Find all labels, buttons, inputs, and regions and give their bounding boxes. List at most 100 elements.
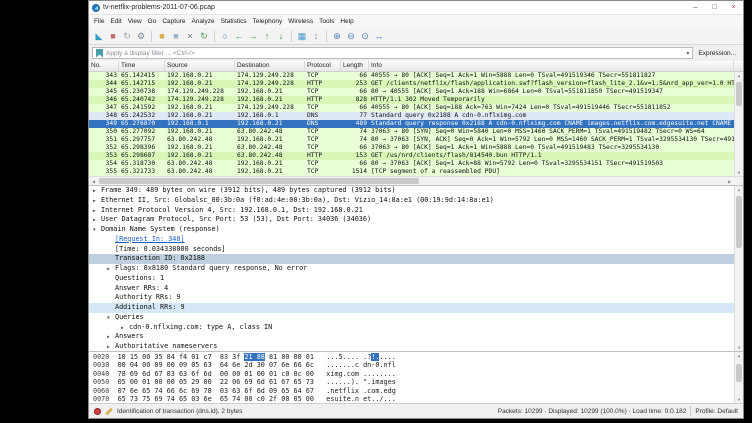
scroll-up-icon[interactable]: ▲: [735, 73, 743, 78]
status-profile[interactable]: Profile: Default: [695, 408, 738, 415]
expert-info-icon[interactable]: [94, 408, 101, 415]
packet-row[interactable]: 35065.277092192.168.0.2163.80.242.48TCP7…: [89, 128, 734, 136]
column-header-src[interactable]: Source: [165, 61, 235, 71]
scrollbar-thumb[interactable]: [736, 196, 742, 248]
column-header-info[interactable]: Info: [369, 61, 734, 71]
colorize-icon[interactable]: ▦: [295, 29, 309, 43]
collapse-arrow-icon[interactable]: ▼: [107, 314, 115, 323]
column-header-no[interactable]: No.: [89, 61, 119, 71]
scroll-right-icon[interactable]: ▶: [725, 177, 734, 185]
hex-row[interactable]: 0020 10 15 00 35 84 f4 01 c7 83 3f 21 88…: [93, 353, 734, 361]
scroll-left-icon[interactable]: ◀: [89, 177, 98, 185]
detail-line[interactable]: ▶Frame 349: 489 bytes on wire (3912 bits…: [89, 186, 734, 196]
column-header-proto[interactable]: Protocol: [305, 61, 341, 71]
detail-line[interactable]: Answer RRs: 4: [89, 284, 734, 294]
hex-row[interactable]: 0060 07 6e 65 74 66 6c 69 78 03 63 6f 6d…: [93, 387, 734, 395]
menu-wireless[interactable]: Wireless: [285, 18, 316, 25]
hex-row[interactable]: 0040 78 69 6d 67 03 63 6f 6d 00 00 01 00…: [93, 370, 734, 378]
close-file-icon[interactable]: ×: [183, 29, 197, 43]
detail-line[interactable]: Transaction ID: 0x2188: [89, 254, 734, 264]
reload-file-icon[interactable]: ↻: [197, 29, 211, 43]
column-header-len[interactable]: Length: [341, 61, 369, 71]
close-button[interactable]: ×: [724, 1, 743, 14]
find-packet-icon[interactable]: ○: [218, 29, 232, 43]
packet-row[interactable]: 34865.242532192.168.0.21192.168.0.1DNS77…: [89, 112, 734, 120]
expand-arrow-icon[interactable]: ▶: [121, 324, 129, 333]
stop-capture-icon[interactable]: ■: [106, 29, 120, 43]
detail-line[interactable]: ▶Answers: [89, 332, 734, 342]
details-vscrollbar[interactable]: ▲ ▼: [734, 186, 743, 351]
menu-view[interactable]: View: [125, 18, 145, 25]
expand-arrow-icon[interactable]: ▶: [93, 187, 101, 196]
packet-list-vscrollbar[interactable]: ▲ ▼: [734, 72, 743, 176]
resize-columns-icon[interactable]: ↔: [372, 29, 386, 43]
capture-comment-icon[interactable]: [105, 407, 113, 415]
display-filter-input[interactable]: Apply a display filter ... <Ctrl-/> ▾: [92, 47, 693, 59]
capture-options-icon[interactable]: ⚙: [134, 29, 148, 43]
open-file-icon[interactable]: ■: [155, 29, 169, 43]
menu-telephony[interactable]: Telephony: [250, 18, 286, 25]
detail-line[interactable]: Additional RRs: 9: [89, 303, 734, 313]
hex-row[interactable]: 0030 00 04 00 09 00 09 05 63 64 6e 2d 30…: [93, 361, 734, 369]
menu-go[interactable]: Go: [145, 18, 160, 25]
scrollbar-thumb[interactable]: [736, 364, 742, 382]
detail-line[interactable]: ▶cdn-0.nflximg.com: type A, class IN: [89, 323, 734, 333]
expand-arrow-icon[interactable]: ▶: [93, 207, 101, 216]
zoom-reset-icon[interactable]: ⊙: [358, 29, 372, 43]
detail-line[interactable]: ▼Domain Name System (response): [89, 225, 734, 235]
packet-row[interactable]: 34965.276870192.168.0.1192.168.0.21DNS48…: [89, 120, 734, 128]
start-capture-icon[interactable]: ◣: [92, 29, 106, 43]
detail-line[interactable]: ▶User Datagram Protocol, Src Port: 53 (5…: [89, 215, 734, 225]
scroll-down-icon[interactable]: ▼: [735, 345, 743, 350]
expression-button[interactable]: Expression...: [698, 50, 736, 57]
detail-line[interactable]: ▶Internet Protocol Version 4, Src: 192.1…: [89, 206, 734, 216]
minimize-button[interactable]: –: [686, 1, 705, 14]
detail-line[interactable]: [Time: 0.034338000 seconds]: [89, 245, 734, 255]
packet-row[interactable]: 35265.298396192.168.0.2163.80.242.48TCP6…: [89, 144, 734, 152]
packet-row[interactable]: 35165.29775763.80.242.48192.168.0.21TCP7…: [89, 136, 734, 144]
go-first-icon[interactable]: ↑: [260, 29, 274, 43]
filter-dropdown-icon[interactable]: ▾: [683, 50, 692, 57]
scroll-down-icon[interactable]: ▼: [735, 170, 743, 175]
packet-list-hscrollbar[interactable]: ◀ ▶: [89, 176, 743, 185]
expand-arrow-icon[interactable]: ▶: [93, 216, 101, 225]
detail-line[interactable]: Authority RRs: 9: [89, 293, 734, 303]
go-forward-icon[interactable]: →: [246, 29, 260, 43]
scrollbar-thumb[interactable]: [99, 178, 419, 184]
hex-row[interactable]: 0070 65 73 75 69 74 65 03 6e 65 74 00 c0…: [93, 395, 734, 403]
auto-scroll-icon[interactable]: ↕: [309, 29, 323, 43]
menu-statistics[interactable]: Statistics: [218, 18, 250, 25]
hex-row[interactable]: 0050 05 00 01 00 00 05 29 00 22 06 69 6d…: [93, 378, 734, 386]
column-header-dst[interactable]: Destination: [235, 61, 305, 71]
expand-arrow-icon[interactable]: ▶: [107, 343, 115, 351]
packet-row[interactable]: 34565.230738174.129.249.228192.168.0.21T…: [89, 88, 734, 96]
collapse-arrow-icon[interactable]: ▼: [93, 226, 101, 235]
detail-line[interactable]: ▶Ethernet II, Src: Globalsc_00:3b:0a (f0…: [89, 196, 734, 206]
menu-analyze[interactable]: Analyze: [188, 18, 217, 25]
scroll-up-icon[interactable]: ▲: [735, 187, 743, 192]
detail-line[interactable]: ▶Flags: 0x8180 Standard query response, …: [89, 264, 734, 274]
packet-row[interactable]: 35565.32173363.80.242.48192.168.0.21TCP1…: [89, 168, 734, 176]
save-file-icon[interactable]: ■: [169, 29, 183, 43]
restart-capture-icon[interactable]: ↻: [120, 29, 134, 43]
menu-edit[interactable]: Edit: [107, 18, 124, 25]
scroll-down-icon[interactable]: ▼: [735, 397, 743, 402]
expand-arrow-icon[interactable]: ▶: [107, 333, 115, 342]
expand-arrow-icon[interactable]: ▶: [107, 265, 115, 274]
menu-capture[interactable]: Capture: [159, 18, 188, 25]
packet-row[interactable]: 35365.298687192.168.0.2163.80.242.48HTTP…: [89, 152, 734, 160]
menu-help[interactable]: Help: [337, 18, 356, 25]
detail-line[interactable]: ▶Authoritative nameservers: [89, 342, 734, 351]
packet-row[interactable]: 34765.241592192.168.0.21174.129.249.228T…: [89, 104, 734, 112]
bytes-vscrollbar[interactable]: ▲ ▼: [734, 352, 743, 403]
packet-row[interactable]: 34665.240742174.129.249.228192.168.0.21H…: [89, 96, 734, 104]
column-header-time[interactable]: Time: [119, 61, 165, 71]
zoom-out-icon[interactable]: ⊖: [344, 29, 358, 43]
filter-bookmark-icon[interactable]: [96, 49, 103, 58]
packet-row[interactable]: 35465.31873063.80.242.48192.168.0.21TCP6…: [89, 160, 734, 168]
expand-arrow-icon[interactable]: ▶: [93, 197, 101, 206]
menu-tools[interactable]: Tools: [316, 18, 337, 25]
detail-line[interactable]: Questions: 1: [89, 274, 734, 284]
scroll-up-icon[interactable]: ▲: [735, 353, 743, 358]
go-back-icon[interactable]: ←: [232, 29, 246, 43]
